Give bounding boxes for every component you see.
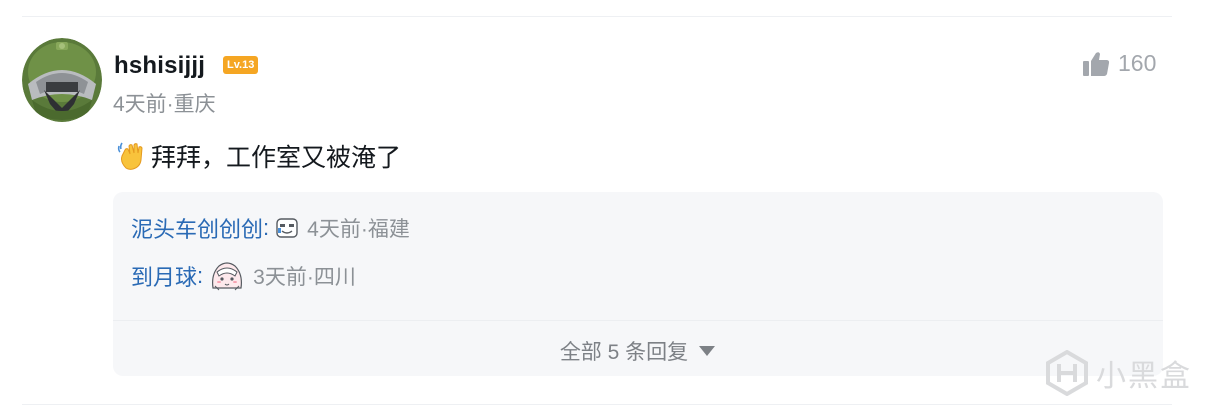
top-divider — [22, 16, 1172, 17]
comment-text: 拜拜，工作室又被淹了 — [151, 144, 402, 172]
waving-hand-icon — [117, 142, 143, 170]
expand-replies-button[interactable]: 全部 5 条回复 — [113, 336, 1163, 366]
bottom-divider — [22, 404, 1172, 405]
comment-content: 拜拜，工作室又被淹了 — [116, 138, 401, 174]
expand-replies-label: 全部 5 条回复 — [559, 341, 689, 364]
sticker-icon — [276, 218, 298, 238]
username[interactable]: hshisijjj — [114, 52, 205, 80]
avatar[interactable] — [22, 38, 102, 122]
triangle-down-icon — [699, 346, 716, 356]
replies-panel: 泥头车创创创 : 4天前·福建 到月球 : 3天前·四川 全部 5 条回复 — [113, 192, 1163, 376]
thumbs-up-icon — [1083, 51, 1110, 76]
watermark-text: 小黑盒 — [1096, 360, 1192, 393]
reply-author[interactable]: 到月球 — [131, 260, 197, 292]
reply-colon: : — [197, 263, 204, 288]
reply-colon: : — [263, 215, 270, 240]
level-badge: Lv.13 — [223, 56, 259, 74]
xiaoheihe-logo-icon — [1046, 350, 1088, 396]
watermark: 小黑盒 — [1044, 350, 1192, 396]
reply-meta: 4天前·福建 — [307, 218, 410, 241]
reply-item: 泥头车创创创 : 4天前·福建 — [131, 212, 410, 244]
comment-meta: 4天前·重庆 — [113, 93, 216, 116]
like-button[interactable]: 160 — [1082, 50, 1156, 77]
anime-girl-sticker-icon — [212, 262, 243, 291]
reply-meta: 3天前·四川 — [253, 266, 356, 289]
reply-author[interactable]: 泥头车创创创 — [131, 212, 263, 244]
like-count: 160 — [1118, 50, 1157, 76]
reply-divider — [113, 320, 1163, 321]
reply-item: 到月球 : 3天前·四川 — [131, 260, 356, 292]
